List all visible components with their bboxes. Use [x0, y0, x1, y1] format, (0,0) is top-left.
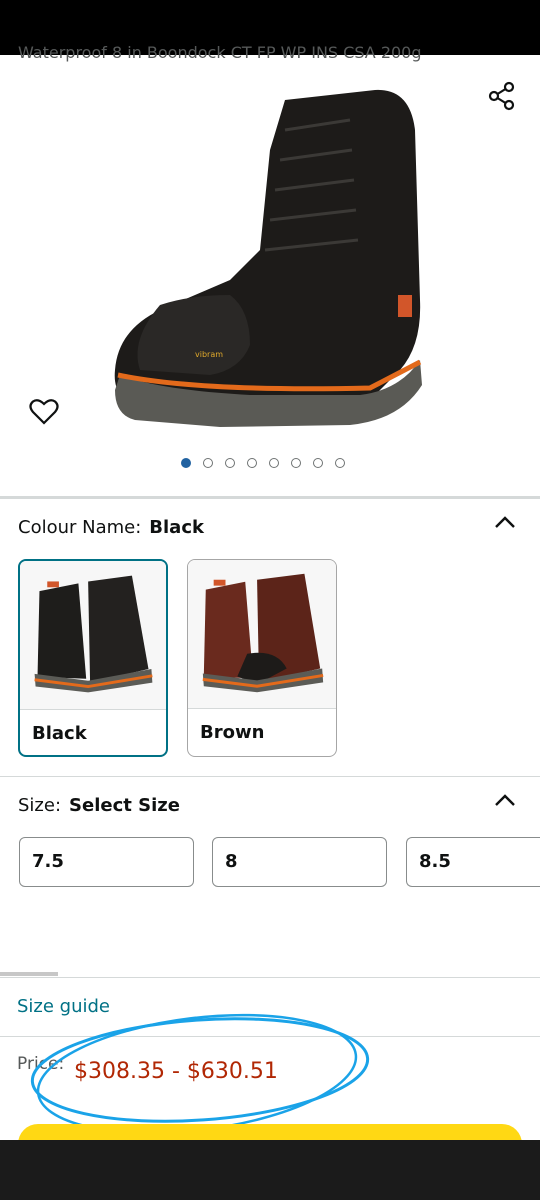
pager-dot[interactable] [181, 458, 191, 468]
size-option-8[interactable]: 8 [212, 837, 387, 887]
chevron-up-icon[interactable] [494, 793, 516, 807]
size-option-8-5[interactable]: 8.5 [406, 837, 540, 887]
swatch-label-brown: Brown [200, 722, 265, 743]
pager-dot[interactable] [269, 458, 279, 468]
section-divider [0, 977, 540, 978]
swatch-image-black [20, 561, 166, 709]
size-row: Size: Select Size [18, 795, 180, 816]
colour-name-row: Colour Name: Black [18, 517, 204, 538]
annotation-ellipse [30, 1013, 370, 1135]
svg-text:vibram: vibram [195, 350, 223, 359]
pager-dot[interactable] [203, 458, 213, 468]
horizontal-scroll-indicator [0, 972, 58, 976]
swatch-image-brown [188, 560, 336, 708]
swatch-label-black: Black [32, 723, 87, 744]
colour-swatch-brown[interactable]: Brown [187, 559, 337, 757]
pager-dot[interactable] [291, 458, 301, 468]
product-image[interactable]: vibram [100, 70, 440, 440]
size-option-7-5[interactable]: 7.5 [19, 837, 194, 887]
colour-swatch-black[interactable]: Black [18, 559, 168, 757]
pager-dot[interactable] [313, 458, 323, 468]
pager-dot[interactable] [225, 458, 235, 468]
colour-name-label: Colour Name: [18, 517, 142, 538]
size-selected-value: Select Size [69, 795, 180, 816]
swatch-separator [188, 708, 336, 709]
pager-dot[interactable] [335, 458, 345, 468]
size-label: Size: [18, 795, 62, 816]
swatch-separator [20, 709, 166, 710]
colour-selected-value: Black [149, 517, 204, 538]
section-divider [0, 776, 540, 777]
share-icon[interactable] [486, 80, 518, 112]
navigation-bar [0, 1140, 540, 1200]
product-title: Waterproof 8 in Boondock CT FP WP INS CS… [18, 43, 422, 62]
heart-icon[interactable] [29, 398, 59, 426]
image-pager-dots[interactable] [181, 458, 345, 468]
chevron-up-icon[interactable] [494, 515, 516, 529]
section-divider [0, 496, 540, 499]
pager-dot[interactable] [247, 458, 257, 468]
